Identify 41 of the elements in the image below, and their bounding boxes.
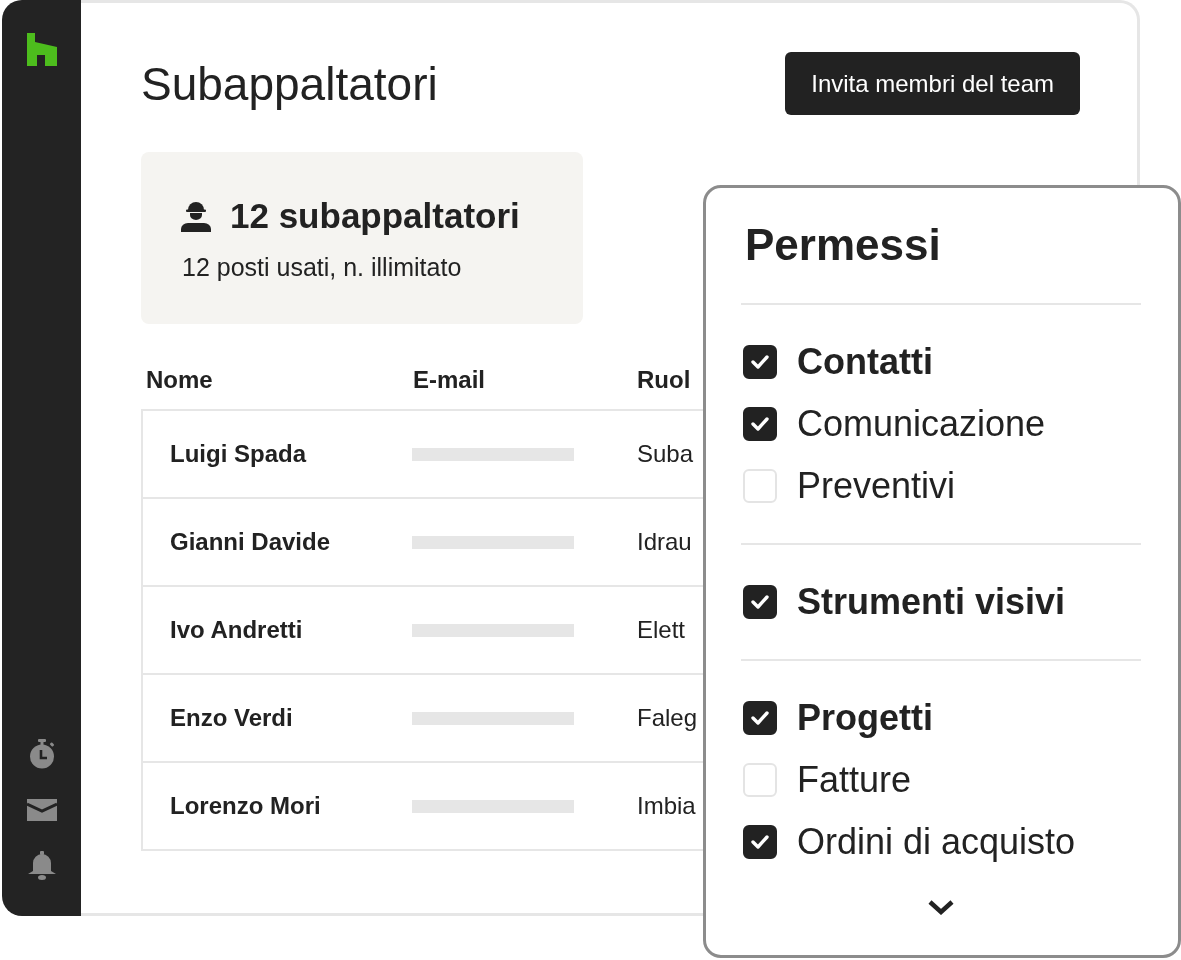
role-text: Suba [637,440,694,468]
contact-name: Luigi Spada [170,440,306,468]
checkbox[interactable] [743,701,777,735]
permission-label: Strumenti visivi [797,581,1066,623]
permission-label: Contatti [797,341,933,383]
permission-label: Ordini di acquisto [797,821,1076,863]
check-icon [751,835,769,849]
hard-hat-person-icon [180,200,212,232]
permission-label: Comunicazione [797,403,1046,445]
contact-name: Enzo Verdi [170,704,293,732]
checkbox[interactable] [743,345,777,379]
checkbox[interactable] [743,407,777,441]
role-text: Elett [637,616,686,644]
check-icon [751,355,769,369]
checkbox[interactable] [743,585,777,619]
stopwatch-icon[interactable] [27,739,56,769]
contact-name: Ivo Andretti [170,616,303,644]
permission-label: Fatture [797,759,912,801]
page-title: Subappaltatori [141,56,438,112]
check-icon [751,711,769,725]
role-text: Faleg [637,704,698,732]
check-icon [751,417,769,431]
column-header: Nome [146,366,213,394]
role-text: Imbia [637,792,696,820]
role-text: Idrau [637,528,692,556]
seat-usage-text: 12 posti usati, n. illimitato [182,252,462,282]
contact-name: Lorenzo Mori [170,792,321,820]
subcontractor-count: 12 subappaltatori [230,196,520,236]
permission-label: Preventivi [797,465,956,507]
checkbox[interactable] [743,825,777,859]
invite-button[interactable]: Invita membri del team [785,52,1080,115]
bell-icon[interactable] [26,851,57,880]
contact-name: Gianni Davide [170,528,331,556]
envelope-icon[interactable] [26,799,57,821]
column-header: E-mail [413,366,486,394]
check-icon [751,595,769,609]
permission-label: Progetti [797,697,933,739]
chevron-down-icon[interactable] [927,899,955,915]
house-logo-icon[interactable] [26,33,57,66]
panel-title: Permessi [745,219,941,271]
column-header: Ruol [637,366,691,394]
